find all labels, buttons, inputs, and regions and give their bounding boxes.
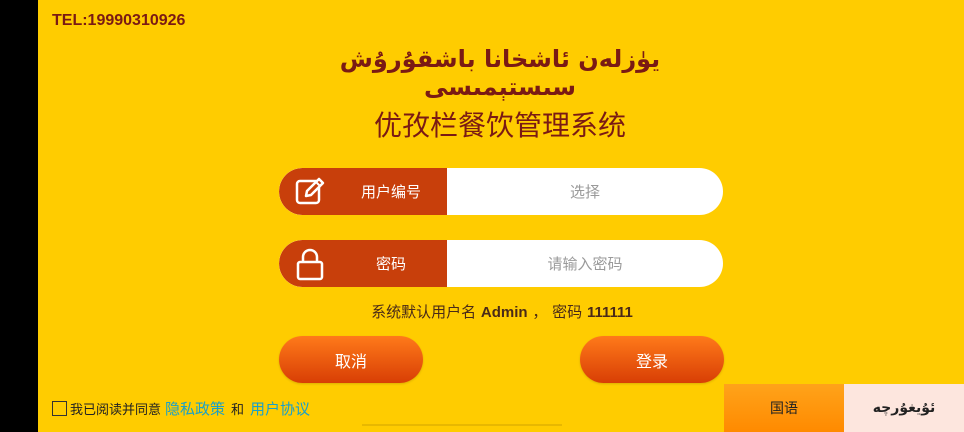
password-label-block: 密码	[279, 240, 447, 287]
title-uyghur: يۈزلەن ئاشخانا باشقۇرۇش سىستېمىسى	[339, 45, 661, 101]
cancel-button[interactable]: 取消	[279, 336, 423, 383]
user-number-label: 用户编号	[360, 183, 421, 201]
language-chinese-button[interactable]: 国语	[724, 384, 844, 432]
left-edge-bar	[0, 0, 38, 432]
telephone-text: TEL:19990310926	[52, 12, 186, 29]
login-button[interactable]: 登录	[580, 336, 724, 383]
agree-checkbox[interactable]	[52, 401, 67, 416]
title-chinese: 优孜栏餐饮管理系统	[373, 109, 626, 142]
password-input[interactable]	[447, 240, 723, 287]
password-label: 密码	[375, 255, 406, 273]
hint-username: Admin	[480, 304, 528, 321]
user-number-select[interactable]	[447, 168, 723, 215]
hint-middle: ， 密码	[532, 303, 583, 321]
agree-text: 我已阅读并同意	[70, 403, 162, 418]
default-credentials-hint: 系统默认用户名 Admin ， 密码 111111	[280, 301, 724, 322]
lock-icon	[279, 240, 341, 287]
user-agreement-link[interactable]: 用户协议	[250, 398, 310, 419]
hint-prefix: 系统默认用户名	[371, 303, 477, 321]
user-number-field[interactable]: 用户编号	[279, 168, 723, 215]
and-text: 和	[231, 403, 245, 418]
language-uyghur-button[interactable]: ئۇيغۇرچە	[844, 384, 964, 432]
edit-icon	[279, 168, 341, 215]
password-field[interactable]: 密码	[279, 240, 723, 287]
hint-password: 111111	[586, 304, 633, 321]
home-indicator	[362, 424, 562, 426]
user-number-label-block: 用户编号	[279, 168, 447, 215]
agreement-row: 我已阅读并同意 隐私政策 和 用户协议	[52, 398, 314, 419]
privacy-policy-link[interactable]: 隐私政策	[165, 398, 225, 419]
